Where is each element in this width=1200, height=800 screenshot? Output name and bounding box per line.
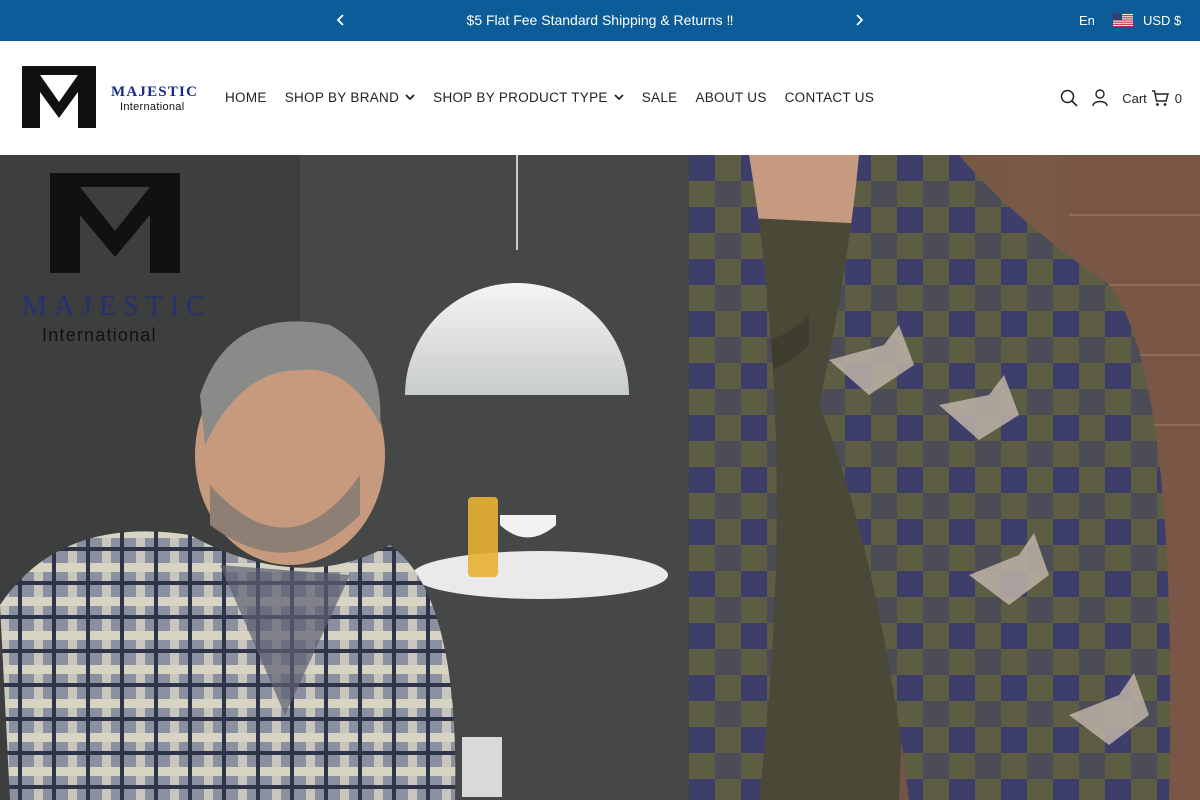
nav-item-label: HOME [225,90,267,105]
announcement-next-button[interactable] [849,10,869,30]
hero-logo-subtitle: International [42,325,157,345]
nav-item-label: SHOP BY PRODUCT TYPE [433,90,608,105]
hero-logo-wordmark: MAJESTIC [22,291,212,322]
announcement-bar: $5 Flat Fee Standard Shipping & Returns … [0,0,1200,41]
nav-item-label: CONTACT US [784,90,875,105]
chevron-left-icon [336,14,344,26]
cart-label: Cart [1122,90,1147,106]
logo-wordmark: MAJESTIC [111,84,199,100]
nav-item-sale[interactable]: SALE [642,90,678,105]
nav-item-label: SHOP BY BRAND [284,90,400,105]
announcement-message[interactable]: $5 Flat Fee Standard Shipping & Returns … [400,12,800,28]
hero-logo-m-mark [50,173,180,273]
chevron-down-icon [614,94,624,101]
search-button[interactable] [1060,89,1078,107]
cart-button[interactable]: Cart 0 [1122,89,1182,107]
hero-image-left: MAJESTIC International [0,155,689,800]
hero-logo: MAJESTIC International [20,173,212,345]
account-button[interactable] [1092,89,1108,107]
chevron-down-icon [405,94,415,101]
nav-item-shop-by-brand[interactable]: SHOP BY BRAND [285,90,415,105]
nav-item-label: SALE [641,90,678,105]
language-selector[interactable]: En [1079,13,1095,28]
hero-image-right [689,155,1200,800]
cart-count: 0 [1174,90,1182,106]
hero-banner[interactable]: MAJESTIC International [0,155,1200,800]
site-header: MAJESTIC International HOME SHOP BY BRAN… [0,41,1200,155]
user-icon [1092,89,1108,107]
logo-subtitle: International [120,101,185,113]
logo-m-mark [22,66,96,128]
currency-selector[interactable]: USD $ [1143,13,1181,28]
hero-photo-robe-man [689,155,1200,800]
site-logo[interactable]: MAJESTIC International [22,66,214,128]
nav-item-contact-us[interactable]: CONTACT US [785,90,875,105]
nav-item-label: ABOUT US [695,90,767,105]
search-icon [1060,89,1078,107]
nav-item-about-us[interactable]: ABOUT US [695,90,766,105]
nav-item-shop-by-product-type[interactable]: SHOP BY PRODUCT TYPE [433,90,624,105]
announcement-prev-button[interactable] [331,10,351,30]
main-nav: HOME SHOP BY BRAND SHOP BY PRODUCT TYPE … [225,90,892,105]
header-tools: Cart 0 [1046,89,1182,107]
chevron-right-icon [856,14,864,26]
cart-icon [1151,89,1169,106]
us-flag-icon[interactable] [1113,13,1133,27]
nav-item-home[interactable]: HOME [225,90,267,105]
